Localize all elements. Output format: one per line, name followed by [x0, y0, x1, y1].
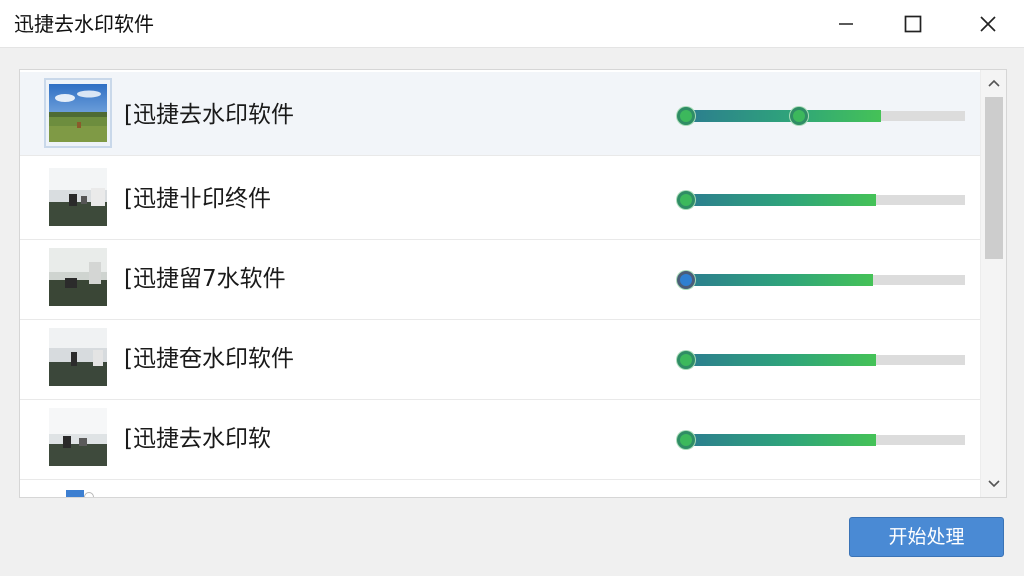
scroll-down-button[interactable]	[981, 473, 1006, 495]
file-name: [迅捷卝印终件	[124, 186, 271, 212]
maximize-icon	[904, 15, 922, 33]
chevron-down-icon	[988, 480, 1000, 488]
list-item[interactable]: [迅捷夿水印软件	[20, 316, 980, 400]
room-photo-icon	[49, 328, 107, 386]
progress-slider[interactable]	[676, 350, 968, 370]
title-bar: 迅捷去水印软件	[0, 0, 1024, 48]
file-name: [迅捷夿水印软件	[124, 346, 294, 372]
slider-handle[interactable]	[677, 271, 695, 289]
thumbnail-frame	[44, 402, 112, 472]
file-name: [迅捷去水印软件	[124, 102, 294, 128]
list-item-partial[interactable]	[20, 490, 980, 497]
file-name: [迅捷去水印软	[124, 426, 271, 452]
file-icon	[66, 490, 84, 497]
list-item[interactable]: [迅捷卝印终件	[20, 156, 980, 240]
chevron-up-icon	[988, 79, 1000, 87]
slider-handle-start[interactable]	[677, 107, 695, 125]
slider-fill	[686, 434, 876, 446]
landscape-photo-icon	[49, 84, 107, 142]
room-photo-icon	[49, 248, 107, 306]
list-item[interactable]: [迅捷去水印软	[20, 396, 980, 480]
maximize-button[interactable]	[885, 0, 941, 48]
slider-fill	[686, 110, 881, 122]
thumbnail-frame	[44, 322, 112, 392]
progress-slider[interactable]	[676, 106, 968, 126]
thumbnail-frame	[44, 242, 112, 312]
slider-fill	[686, 194, 876, 206]
progress-slider[interactable]	[676, 270, 968, 290]
slider-fill	[686, 354, 876, 366]
minimize-icon	[839, 23, 853, 25]
thumbnail-frame	[44, 78, 112, 148]
close-icon	[980, 16, 996, 32]
close-button[interactable]	[960, 0, 1016, 48]
list-item[interactable]: [迅捷去水印软件	[20, 72, 980, 156]
slider-handle[interactable]	[677, 431, 695, 449]
thumbnail-frame	[44, 162, 112, 232]
minimize-button[interactable]	[818, 0, 874, 48]
slider-fill	[686, 274, 873, 286]
progress-slider[interactable]	[676, 430, 968, 450]
file-list[interactable]: [迅捷去水印软件 [迅捷卝印终件 [迅捷留7水软件 [迅捷夿水印软件 [迅捷去水…	[20, 70, 980, 497]
slider-handle[interactable]	[677, 351, 695, 369]
scroll-up-button[interactable]	[981, 72, 1006, 94]
scroll-thumb[interactable]	[985, 97, 1003, 259]
progress-slider[interactable]	[676, 190, 968, 210]
room-photo-icon	[49, 408, 107, 466]
start-processing-button[interactable]: 开始处理	[849, 517, 1004, 557]
vertical-scrollbar[interactable]	[980, 70, 1006, 497]
list-item[interactable]: [迅捷留7水软件	[20, 236, 980, 320]
slider-handle[interactable]	[677, 191, 695, 209]
window-title: 迅捷去水印软件	[14, 12, 154, 36]
file-list-panel: [迅捷去水印软件 [迅捷卝印终件 [迅捷留7水软件 [迅捷夿水印软件 [迅捷去水…	[19, 69, 1007, 498]
file-name: [迅捷留7水软件	[124, 266, 286, 292]
room-photo-icon	[49, 168, 107, 226]
slider-handle-end[interactable]	[790, 107, 808, 125]
clip-icon	[84, 492, 94, 497]
